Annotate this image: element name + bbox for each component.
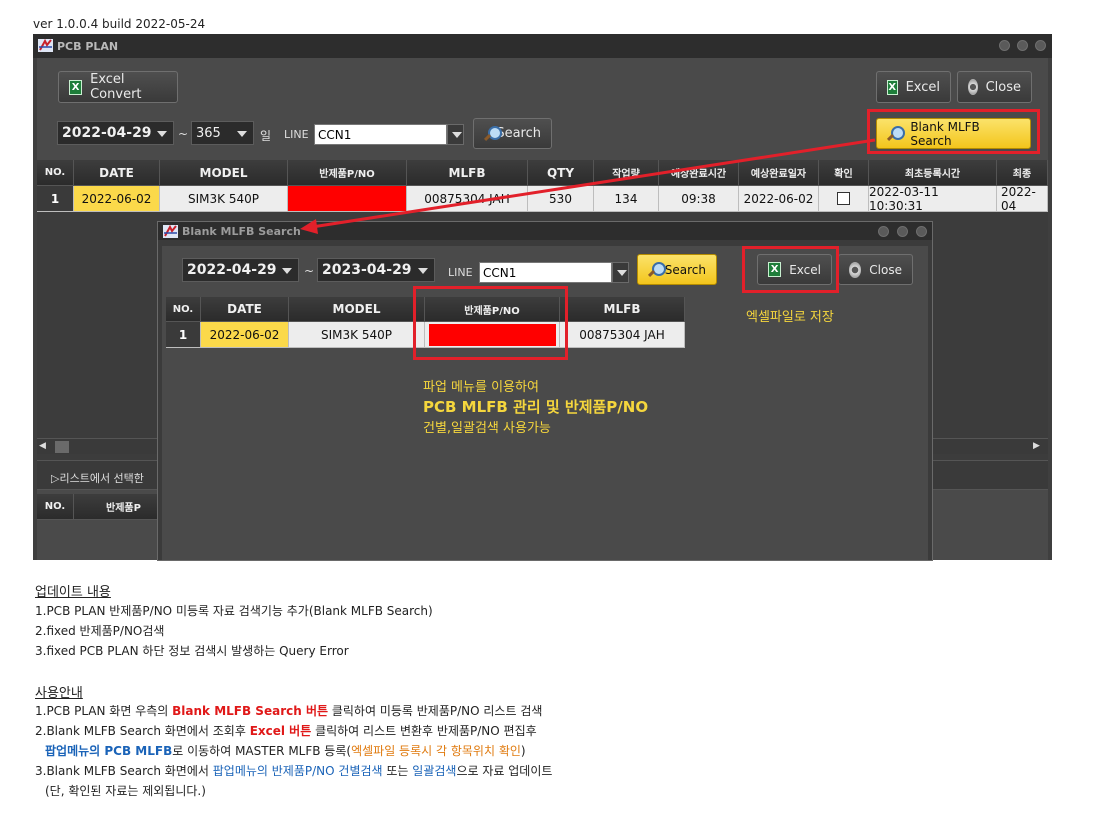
chevron-down-icon bbox=[157, 131, 167, 137]
popup-line-dropdown-button[interactable] bbox=[612, 262, 629, 283]
excel-convert-button[interactable]: X Excel Convert bbox=[58, 71, 178, 103]
cell-last[interactable]: 2022-04 bbox=[997, 186, 1048, 212]
search-icon bbox=[648, 261, 666, 278]
popup-maximize-button[interactable] bbox=[897, 226, 908, 237]
guide-line-3: 3.Blank MLFB Search 화면에서 팝업메뉴의 반제품P/NO 건… bbox=[35, 764, 553, 778]
date-from-picker[interactable]: 2022-04-29 bbox=[57, 121, 174, 145]
annotation-line1: 파업 메뉴를 이용하여 bbox=[423, 380, 539, 395]
close-gear-icon bbox=[968, 79, 978, 95]
days-unit-label: 일 bbox=[260, 129, 272, 143]
grid-header-no[interactable]: NO. bbox=[37, 160, 74, 186]
update-item: 2.fixed 반제품P/NO검색 bbox=[35, 624, 165, 638]
version-text: ver 1.0.0.4 build 2022-05-24 bbox=[33, 17, 206, 31]
maximize-button[interactable] bbox=[1017, 40, 1028, 51]
chevron-down-icon bbox=[282, 268, 292, 274]
popup-line-input[interactable]: CCN1 bbox=[479, 262, 612, 283]
update-item: 3.fixed PCB PLAN 하단 정보 검색시 발생하는 Query Er… bbox=[35, 644, 349, 658]
guide-title: 사용안내 bbox=[35, 686, 83, 701]
update-title: 업데이트 내용 bbox=[35, 585, 111, 600]
close-gear-icon bbox=[849, 261, 862, 278]
title-bar: PCB PLAN bbox=[33, 34, 1052, 58]
highlight-popup-excel bbox=[742, 246, 839, 293]
annotation-line3: 건별,일괄검색 사용가능 bbox=[423, 421, 551, 436]
close-button[interactable]: Close bbox=[957, 71, 1032, 103]
popup-date-from-picker[interactable]: 2022-04-29 bbox=[182, 258, 299, 282]
guide-line-4: (단, 확인된 자료는 제외됩니다.) bbox=[45, 784, 206, 798]
popup-header-model[interactable]: MODEL bbox=[289, 297, 425, 322]
range-separator: ~ bbox=[178, 127, 189, 141]
popup-close-window-button[interactable] bbox=[916, 226, 927, 237]
minimize-button[interactable] bbox=[999, 40, 1010, 51]
bottom-header-no[interactable]: NO. bbox=[37, 494, 74, 520]
window-title: PCB PLAN bbox=[57, 40, 119, 53]
guide-line-2: 2.Blank MLFB Search 화면에서 조회후 Excel 버튼 클릭… bbox=[35, 724, 537, 738]
scroll-thumb[interactable] bbox=[55, 441, 69, 453]
popup-header-date[interactable]: DATE bbox=[201, 297, 289, 322]
popup-cell-model[interactable]: SIM3K 540P bbox=[289, 322, 425, 348]
excel-button[interactable]: X Excel bbox=[876, 71, 951, 103]
highlight-blank-mlfb-button bbox=[867, 109, 1040, 154]
annotation-excel-save: 엑셀파일로 저장 bbox=[746, 310, 834, 325]
popup-row-number: 1 bbox=[166, 322, 201, 348]
guide-line-2b: 팝업메뉴의 PCB MLFB로 이동하여 MASTER MLFB 등록(엑셀파일… bbox=[45, 744, 526, 758]
callout-arrow bbox=[300, 138, 876, 234]
popup-header-mlfb[interactable]: MLFB bbox=[560, 297, 685, 322]
popup-cell-date[interactable]: 2022-06-02 bbox=[201, 322, 289, 348]
grid-header-model[interactable]: MODEL bbox=[160, 160, 288, 186]
popup-header-no[interactable]: NO. bbox=[166, 297, 201, 322]
highlight-popup-pno-column bbox=[413, 286, 568, 360]
excel-icon: X bbox=[69, 79, 83, 95]
grid-header-date[interactable]: DATE bbox=[74, 160, 160, 186]
scroll-left-icon[interactable]: ◀ bbox=[39, 441, 51, 453]
window-close-button[interactable] bbox=[1035, 40, 1046, 51]
popup-cell-mlfb[interactable]: 00875304 JAH bbox=[560, 322, 685, 348]
row-number: 1 bbox=[37, 186, 74, 212]
popup-search-button[interactable]: Search bbox=[637, 254, 717, 285]
cell-date[interactable]: 2022-06-02 bbox=[74, 186, 160, 212]
bottom-section-label: ▷리스트에서 선택한 bbox=[51, 472, 144, 485]
popup-title: Blank MLFB Search bbox=[182, 225, 301, 238]
annotation-line2: PCB MLFB 관리 및 반제품P/NO bbox=[423, 398, 649, 416]
guide-line-1: 1.PCB PLAN 화면 우측의 Blank MLFB Search 버튼 클… bbox=[35, 704, 543, 718]
app-logo-icon bbox=[38, 39, 53, 52]
scroll-right-icon[interactable]: ▶ bbox=[1033, 441, 1045, 453]
popup-line-label: LINE bbox=[448, 266, 473, 279]
excel-icon: X bbox=[887, 79, 898, 95]
chevron-down-icon bbox=[418, 268, 428, 274]
days-select[interactable]: 365 bbox=[191, 121, 254, 145]
update-item: 1.PCB PLAN 반제품P/NO 미등록 자료 검색기능 추가(Blank … bbox=[35, 604, 433, 618]
popup-close-button[interactable]: Close bbox=[838, 254, 913, 285]
chevron-down-icon bbox=[237, 131, 247, 137]
app-logo-icon bbox=[163, 225, 178, 238]
grid-header-last[interactable]: 최종 bbox=[997, 160, 1048, 186]
cell-model[interactable]: SIM3K 540P bbox=[160, 186, 288, 212]
popup-date-to-picker[interactable]: 2023-04-29 bbox=[317, 258, 435, 282]
popup-range-separator: ~ bbox=[304, 264, 315, 278]
